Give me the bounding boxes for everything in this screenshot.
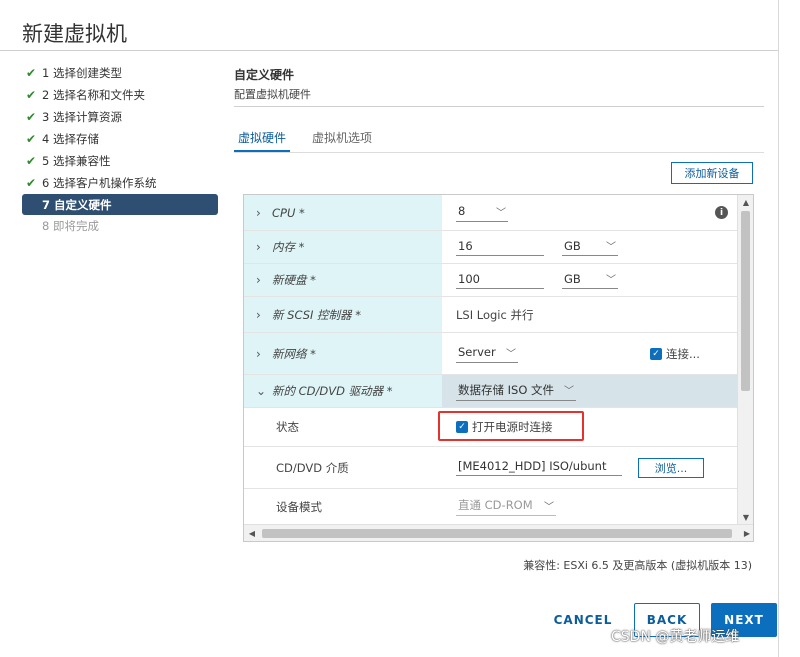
- step-1[interactable]: ✔ 1 选择创建类型: [26, 62, 218, 84]
- scroll-left-icon[interactable]: ◀: [244, 525, 260, 541]
- vertical-scrollbar[interactable]: ▲ ▼: [737, 195, 753, 524]
- checkbox-checked-icon[interactable]: ✓: [650, 347, 662, 360]
- horizontal-scrollbar[interactable]: ◀ ▶: [244, 524, 753, 541]
- tabs-divider: [234, 152, 764, 153]
- check-icon: ✔: [26, 110, 37, 124]
- chevron-down-icon: ﹀: [506, 348, 516, 360]
- scsi-label: 新 SCSI 控制器 *: [272, 307, 361, 322]
- step-4[interactable]: ✔ 4 选择存储: [26, 128, 218, 150]
- check-icon: ✔: [26, 132, 37, 146]
- step-6[interactable]: ✔ 6 选择客户机操作系统: [26, 172, 218, 194]
- hardware-panel: › CPU * 8 ﹀ i › 内存 * 16 GB ﹀ › 新硬盘 * 100 GB ﹀ …: [243, 194, 754, 542]
- cpu-select[interactable]: 8 ﹀: [456, 204, 508, 222]
- memory-label: 内存 *: [272, 240, 305, 254]
- scroll-up-icon[interactable]: ▲: [738, 195, 753, 209]
- window-title: 新建虚拟机: [22, 22, 127, 46]
- compatibility-text: 兼容性: ESXi 6.5 及更高版本 (虚拟机版本 13): [523, 559, 752, 572]
- chevron-down-icon[interactable]: ⌄: [256, 384, 272, 398]
- step-3[interactable]: ✔ 3 选择计算资源: [26, 106, 218, 128]
- highlight-box: [438, 411, 584, 441]
- chevron-down-icon: ﹀: [606, 275, 616, 286]
- scroll-thumb[interactable]: [741, 211, 750, 391]
- hw-row-memory: › 内存 * 16 GB ﹀: [244, 231, 738, 264]
- tab-bar: 虚拟硬件 虚拟机选项: [234, 129, 394, 153]
- info-icon[interactable]: i: [715, 206, 728, 219]
- chevron-right-icon[interactable]: ›: [256, 206, 272, 220]
- section-subtitle: 配置虚拟机硬件: [234, 88, 311, 101]
- check-icon: ✔: [26, 88, 37, 102]
- hw-row-dvd-mode: 设备模式 直通 CD-ROM ﹀: [244, 489, 738, 525]
- add-new-device-button[interactable]: 添加新设备: [671, 162, 753, 184]
- chevron-right-icon[interactable]: ›: [256, 240, 272, 254]
- scsi-value: LSI Logic 并行: [456, 307, 534, 322]
- network-label: 新网络 *: [272, 346, 316, 361]
- window-right-border: [778, 0, 779, 657]
- dvd-mode-select[interactable]: 直通 CD-ROM ﹀: [456, 497, 556, 516]
- disk-size-input[interactable]: 100: [456, 272, 544, 289]
- disk-unit-select[interactable]: GB ﹀: [562, 271, 618, 289]
- hw-row-scsi: › 新 SCSI 控制器 * LSI Logic 并行: [244, 297, 738, 333]
- scroll-thumb[interactable]: [262, 529, 732, 538]
- step-2[interactable]: ✔ 2 选择名称和文件夹: [26, 84, 218, 106]
- step-5[interactable]: ✔ 5 选择兼容性: [26, 150, 218, 172]
- check-icon: ✔: [26, 176, 37, 190]
- chevron-right-icon[interactable]: ›: [256, 273, 272, 287]
- hw-row-cpu: › CPU * 8 ﹀ i: [244, 195, 738, 231]
- network-select[interactable]: Server ﹀: [456, 345, 518, 363]
- dvd-media-path-input[interactable]: [ME4012_HDD] ISO/ubunt: [456, 459, 622, 476]
- tab-vm-options[interactable]: 虚拟机选项: [308, 129, 376, 153]
- section-divider: [234, 106, 764, 107]
- browse-button[interactable]: 浏览...: [638, 457, 704, 478]
- step-7-active[interactable]: ✔7 自定义硬件: [22, 194, 218, 215]
- dvd-source-select[interactable]: 数据存储 ISO 文件 ﹀: [456, 382, 576, 401]
- watermark: CSDN @黄老师运维: [611, 629, 740, 645]
- scroll-right-icon[interactable]: ▶: [739, 525, 753, 541]
- step-8: 8 即将完成: [42, 219, 99, 233]
- hw-row-dvd: ⌄ 新的 CD/DVD 驱动器 * 数据存储 ISO 文件 ﹀: [244, 375, 738, 408]
- title-divider: [0, 50, 778, 51]
- chevron-down-icon: ﹀: [544, 501, 554, 513]
- hw-row-disk: › 新硬盘 * 100 GB ﹀: [244, 264, 738, 297]
- disk-label: 新硬盘 *: [272, 273, 316, 287]
- dvd-mode-label: 设备模式: [244, 489, 442, 524]
- scroll-down-icon[interactable]: ▼: [738, 510, 753, 524]
- dvd-media-label: CD/DVD 介质: [244, 447, 442, 488]
- dvd-status-label: 状态: [244, 408, 442, 446]
- chevron-down-icon: ﹀: [496, 207, 506, 219]
- check-icon: ✔: [26, 66, 37, 80]
- wizard-steps: ✔ 1 选择创建类型 ✔ 2 选择名称和文件夹 ✔ 3 选择计算资源 ✔ 4 选择存储 …: [22, 62, 218, 237]
- section-title: 自定义硬件: [234, 68, 295, 82]
- chevron-right-icon[interactable]: ›: [256, 308, 272, 322]
- memory-input[interactable]: 16: [456, 239, 544, 256]
- cancel-button[interactable]: CANCEL: [550, 603, 616, 637]
- hw-row-network: › 新网络 * Server ﹀ ✓ 连接...: [244, 333, 738, 375]
- chevron-right-icon[interactable]: ›: [256, 347, 272, 361]
- dvd-label: 新的 CD/DVD 驱动器 *: [272, 384, 393, 398]
- network-connect[interactable]: ✓ 连接...: [650, 346, 700, 362]
- cpu-label: CPU *: [272, 205, 305, 220]
- chevron-down-icon: ﹀: [564, 386, 574, 397]
- memory-unit-select[interactable]: GB ﹀: [562, 238, 618, 256]
- hw-row-dvd-media: CD/DVD 介质 [ME4012_HDD] ISO/ubunt 浏览...: [244, 447, 738, 489]
- chevron-down-icon: ﹀: [606, 242, 616, 253]
- check-icon: ✔: [26, 154, 37, 168]
- tab-virtual-hardware[interactable]: 虚拟硬件: [234, 129, 291, 153]
